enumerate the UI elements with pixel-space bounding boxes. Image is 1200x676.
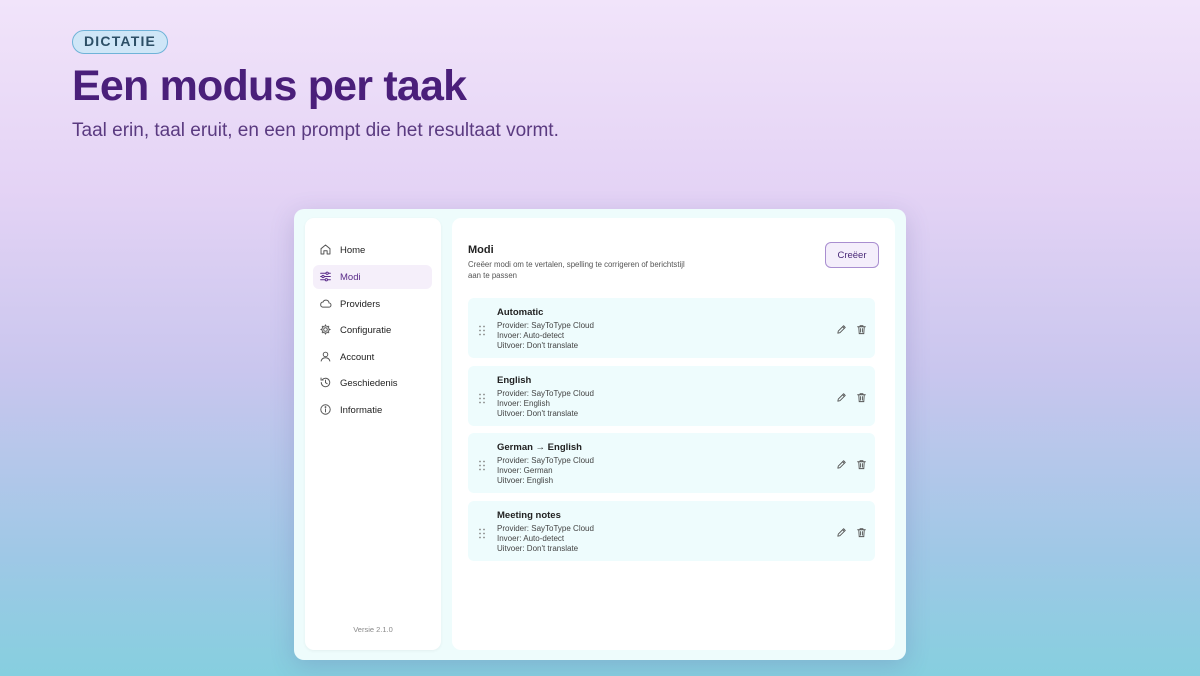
mode-input: Invoer: English — [497, 398, 550, 408]
trash-icon[interactable] — [856, 525, 869, 538]
sidebar-item-home[interactable]: Home — [313, 238, 432, 262]
drag-handle-icon[interactable] — [478, 323, 486, 336]
sidebar-item-geschiedenis[interactable]: Geschiedenis — [313, 371, 432, 395]
modes-panel: Modi Creëer modi om te vertalen, spellin… — [452, 218, 895, 650]
pencil-icon[interactable] — [836, 322, 849, 335]
hero-title: Een modus per taak — [72, 62, 467, 110]
user-icon — [319, 350, 333, 364]
mode-provider: Provider: SayToType Cloud — [497, 523, 594, 533]
mode-provider: Provider: SayToType Cloud — [497, 388, 594, 398]
sidebar-item-providers[interactable]: Providers — [313, 292, 432, 316]
list-item[interactable]: Automatic Provider: SayToType Cloud Invo… — [468, 298, 875, 358]
drag-handle-icon[interactable] — [478, 391, 486, 403]
section-badge: DICTATIE — [72, 30, 169, 54]
page-title: Modi — [468, 244, 494, 256]
trash-icon[interactable] — [856, 457, 869, 470]
version-label: Versie 2.1.0 — [353, 625, 393, 634]
sidebar-item-label: Configuratie — [340, 324, 392, 336]
list-item[interactable]: Meeting notes Provider: SayToType Cloud … — [468, 500, 875, 561]
hero-subtitle: Taal erin, taal eruit, en een prompt die… — [72, 120, 559, 141]
page-description: Creëer modi om te vertalen, spelling te … — [468, 260, 685, 280]
mode-name: Meeting notes — [497, 509, 561, 521]
gear-icon — [319, 323, 333, 337]
drag-handle-icon[interactable] — [478, 458, 486, 471]
info-icon — [319, 403, 333, 417]
sidebar-item-account[interactable]: Account — [313, 345, 432, 369]
sidebar-item-configuratie[interactable]: Configuratie — [313, 318, 432, 342]
pencil-icon[interactable] — [836, 525, 849, 538]
mode-output: Uitvoer: English — [497, 476, 554, 485]
mode-output: Uitvoer: Don't translate — [497, 408, 579, 418]
sidebar-item-label: Informatie — [340, 404, 383, 416]
mode-input: Invoer: Auto-detect — [497, 331, 565, 340]
sidebar-item-label: Modi — [340, 271, 361, 283]
history-icon — [319, 376, 333, 390]
mode-list: Automatic Provider: SayToType Cloud Invo… — [468, 298, 875, 568]
sidebar-item-label: Home — [340, 244, 366, 256]
create-button[interactable]: Creëer — [825, 242, 879, 268]
drag-handle-icon[interactable] — [478, 526, 486, 538]
mode-name: English — [497, 374, 532, 386]
mode-input: Invoer: German — [497, 466, 553, 475]
sidebar-item-label: Geschiedenis — [340, 377, 398, 389]
trash-icon[interactable] — [856, 322, 869, 335]
cloud-icon — [319, 297, 333, 311]
pencil-icon[interactable] — [836, 390, 849, 403]
mode-input: Invoer: Auto-detect — [497, 533, 565, 543]
trash-icon[interactable] — [856, 390, 869, 403]
sidebar-item-label: Providers — [340, 298, 381, 310]
sliders-icon — [319, 270, 333, 284]
sidebar-item-modi[interactable]: Modi — [313, 265, 432, 289]
mode-provider: Provider: SayToType Cloud — [497, 321, 594, 330]
list-item[interactable]: English Provider: SayToType Cloud Invoer… — [468, 365, 875, 426]
sidebar-item-label: Account — [340, 351, 375, 363]
pencil-icon[interactable] — [836, 457, 849, 470]
home-icon — [319, 243, 333, 257]
mode-provider: Provider: SayToType Cloud — [497, 456, 594, 465]
sidebar: Home Modi Providers Configuratie Account — [305, 218, 441, 650]
app-window: Home Modi Providers Configuratie Account — [294, 209, 906, 660]
mode-output: Uitvoer: Don't translate — [497, 543, 579, 553]
mode-name: German → English — [497, 442, 582, 453]
mode-output: Uitvoer: Don't translate — [497, 341, 579, 350]
sidebar-item-informatie[interactable]: Informatie — [313, 398, 432, 422]
list-item[interactable]: German → English Provider: SayToType Clo… — [468, 433, 875, 493]
mode-name: Automatic — [497, 307, 544, 318]
